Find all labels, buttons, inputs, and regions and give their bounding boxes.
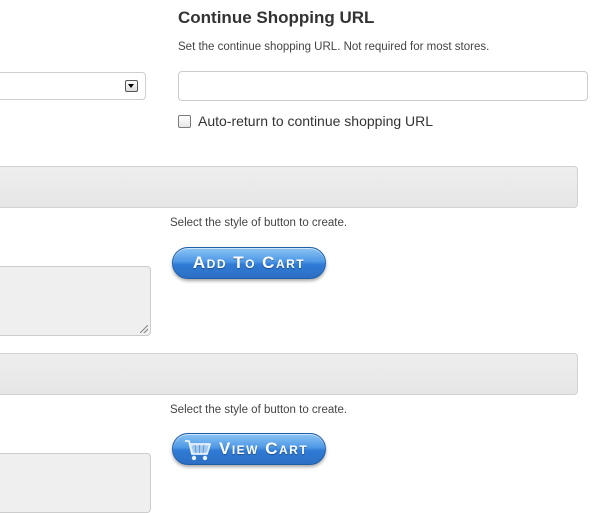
store-select[interactable] (0, 72, 146, 100)
resize-grip-icon[interactable] (140, 325, 148, 333)
chevron-down-icon[interactable] (125, 80, 138, 92)
continue-shopping-title: Continue Shopping URL (178, 8, 375, 27)
view-cart-button[interactable]: View Cart (172, 433, 326, 465)
view-cart-style-help: Select the style of button to create. (170, 404, 348, 416)
view-cart-field[interactable] (0, 353, 578, 395)
auto-return-checkbox[interactable] (178, 115, 191, 128)
view-cart-code-textarea[interactable] (0, 453, 151, 513)
shopping-cart-icon (185, 440, 211, 461)
continue-shopping-url-input[interactable] (178, 71, 588, 101)
auto-return-label[interactable]: Auto-return to continue shopping URL (198, 113, 433, 129)
add-to-cart-button-label: Add To Cart (192, 253, 306, 272)
add-to-cart-field[interactable] (0, 166, 578, 208)
add-to-cart-style-help: Select the style of button to create. (170, 217, 348, 229)
view-cart-button-label: View Cart (219, 439, 309, 458)
continue-shopping-help: Set the continue shopping URL. Not requi… (178, 41, 490, 53)
add-to-cart-button[interactable]: Add To Cart (172, 247, 326, 279)
add-to-cart-code-textarea[interactable] (0, 266, 151, 336)
